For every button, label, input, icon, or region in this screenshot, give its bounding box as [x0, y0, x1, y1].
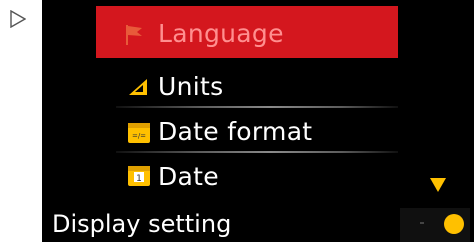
menu-item-language[interactable]: Language [96, 6, 398, 58]
divider [116, 151, 398, 153]
menu-item-label: Date [158, 162, 219, 191]
svg-text:=/=: =/= [132, 132, 146, 140]
menu-item-date[interactable]: 1 Date [96, 154, 398, 200]
status-indicator [400, 208, 470, 242]
ruler-triangle-icon [126, 76, 150, 98]
status-tick-icon [420, 222, 424, 224]
menu-item-units[interactable]: Units [96, 64, 398, 110]
menu-item-label: Date format [158, 117, 313, 146]
footer-bar: Display setting [42, 205, 474, 242]
menu-item-date-format[interactable]: =/= Date format [96, 109, 398, 155]
device-screen: Language Units =/= Date format 1 Date Di… [42, 0, 474, 242]
menu-item-label: Language [158, 19, 284, 48]
scroll-down-arrow-icon[interactable] [428, 176, 448, 194]
play-icon[interactable] [10, 10, 26, 28]
flag-icon [126, 25, 142, 45]
status-dot-icon [444, 214, 464, 234]
screen-title: Display setting [52, 210, 232, 238]
date-format-icon: =/= [128, 123, 150, 143]
calendar-icon: 1 [128, 166, 150, 186]
menu-item-label: Units [158, 72, 224, 101]
svg-text:1: 1 [136, 174, 142, 184]
divider [116, 106, 398, 108]
